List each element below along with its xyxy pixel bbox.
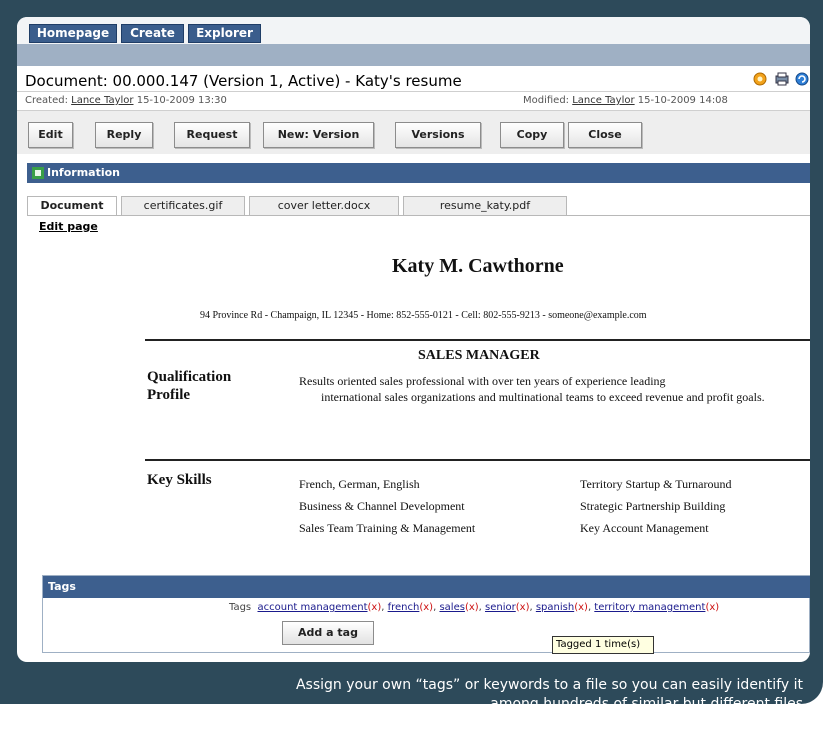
copy-button[interactable]: Copy <box>500 122 564 148</box>
created-date: 15-10-2009 13:30 <box>136 95 227 106</box>
new-version-button[interactable]: New: Version <box>263 122 374 148</box>
tag-tooltip: Tagged 1 time(s) <box>552 636 654 654</box>
created-label: Created: <box>25 95 68 106</box>
skill-left-3: Sales Team Training & Management <box>299 521 476 535</box>
skills-label: Key Skills <box>147 472 212 488</box>
summary-line-2: international sales organizations and mu… <box>321 390 765 404</box>
tags-list: Tags account management(x), french(x), s… <box>229 602 720 613</box>
tag-remove[interactable]: (x) <box>574 602 588 613</box>
edit-page-link[interactable]: Edit page <box>39 220 98 233</box>
resume-name: Katy M. Cawthorne <box>392 255 564 277</box>
resume-heading: SALES MANAGER <box>418 348 540 363</box>
tab-divider <box>27 215 810 216</box>
caption: Assign your own “tags” or keywords to a … <box>183 676 803 714</box>
tags-header: Tags <box>43 576 810 598</box>
nav-tab-create[interactable]: Create <box>121 24 184 43</box>
refresh-icon[interactable] <box>794 71 810 87</box>
tag-link[interactable]: french <box>388 602 420 613</box>
resume-divider <box>145 459 810 461</box>
document-meta: Created: Lance Taylor 15-10-2009 13:30 M… <box>17 91 810 109</box>
tab-resume-pdf[interactable]: resume_katy.pdf <box>403 196 567 216</box>
tags-panel: Tags Tags account management(x), french(… <box>42 575 810 653</box>
qualification-label-2: Profile <box>147 387 191 403</box>
summary-line-1: Results oriented sales professional with… <box>299 374 666 388</box>
skill-left-2: Business & Channel Development <box>299 499 465 513</box>
info-icon <box>32 167 44 179</box>
document-toolbar: Edit Reply Request New: Version Versions… <box>17 110 810 154</box>
tags-label: Tags <box>229 602 252 613</box>
tag-remove[interactable]: (x) <box>516 602 530 613</box>
screenshot-frame: Homepage Create Explorer Document: 00.00… <box>0 0 823 704</box>
tag-remove[interactable]: (x) <box>368 602 382 613</box>
information-label: Information <box>47 166 120 179</box>
tab-certificates[interactable]: certificates.gif <box>121 196 245 216</box>
qualification-label-1: Qualification <box>147 369 232 385</box>
caption-line-1: Assign your own “tags” or keywords to a … <box>295 677 803 693</box>
tag-remove[interactable]: (x) <box>705 602 719 613</box>
gear-icon[interactable] <box>752 71 768 87</box>
print-icon[interactable] <box>774 71 790 87</box>
resume-divider <box>145 339 810 341</box>
tag-link[interactable]: spanish <box>536 602 574 613</box>
resume-contact: 94 Province Rd - Champaign, IL 12345 - H… <box>200 310 647 321</box>
reply-button[interactable]: Reply <box>95 122 153 148</box>
tag-remove[interactable]: (x) <box>465 602 479 613</box>
add-tag-button[interactable]: Add a tag <box>282 621 374 645</box>
close-button[interactable]: Close <box>568 122 642 148</box>
tag-link[interactable]: territory management <box>594 602 705 613</box>
caption-line-2: among hundreds of similar but different … <box>490 696 803 712</box>
modified-by-link[interactable]: Lance Taylor <box>572 95 634 106</box>
information-header[interactable]: Information <box>27 163 810 183</box>
nav-strip <box>17 44 810 66</box>
skill-right-3: Key Account Management <box>580 521 709 535</box>
modified-date: 15-10-2009 14:08 <box>637 95 728 106</box>
tag-link[interactable]: sales <box>439 602 464 613</box>
request-button[interactable]: Request <box>174 122 250 148</box>
nav-tab-explorer[interactable]: Explorer <box>188 24 261 43</box>
modified-info: Modified: Lance Taylor 15-10-2009 14:08 <box>523 95 728 106</box>
tag-link[interactable]: senior <box>485 602 516 613</box>
skill-right-2: Strategic Partnership Building <box>580 499 726 513</box>
created-by-link[interactable]: Lance Taylor <box>71 95 133 106</box>
tag-remove[interactable]: (x) <box>419 602 433 613</box>
modified-label: Modified: <box>523 95 570 106</box>
nav-tab-homepage[interactable]: Homepage <box>29 24 117 43</box>
versions-button[interactable]: Versions <box>395 122 481 148</box>
resume-summary: Results oriented sales professional with… <box>299 373 810 405</box>
document-title: Document: 00.000.147 (Version 1, Active)… <box>25 72 462 90</box>
skill-right-1: Territory Startup & Turnaround <box>580 477 732 491</box>
tag-link[interactable]: account management <box>258 602 368 613</box>
edit-button[interactable]: Edit <box>28 122 73 148</box>
tab-document[interactable]: Document <box>27 196 117 216</box>
created-info: Created: Lance Taylor 15-10-2009 13:30 <box>25 95 227 106</box>
tab-cover-letter[interactable]: cover letter.docx <box>249 196 399 216</box>
skill-left-1: French, German, English <box>299 477 420 491</box>
app-window: Homepage Create Explorer Document: 00.00… <box>17 17 810 662</box>
